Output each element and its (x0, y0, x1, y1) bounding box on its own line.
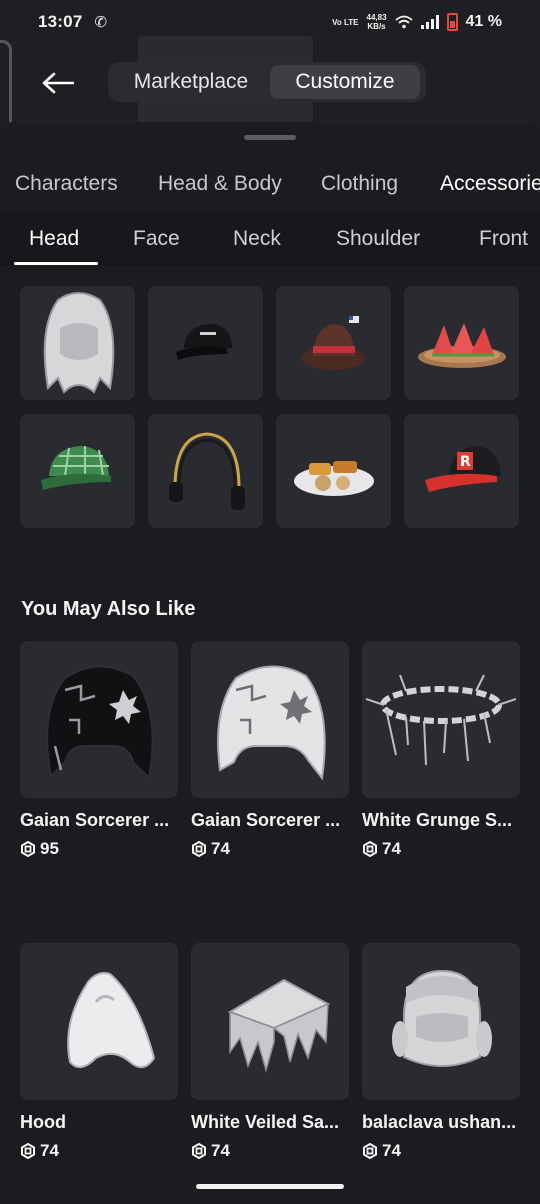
battery-percent: 41 % (465, 13, 502, 30)
category-characters[interactable]: Characters (15, 172, 118, 196)
network-type: Vo LTE (332, 17, 359, 27)
plaid-cap-icon (40, 446, 111, 490)
subtab-underline (14, 262, 98, 265)
price-value: 74 (382, 839, 401, 858)
robux-icon (363, 841, 377, 857)
battery-icon (446, 13, 458, 31)
avatar-frame-edge (0, 40, 12, 130)
price-value: 74 (40, 1141, 59, 1160)
status-bar: 13:07 ✆ Vo LTE 44,83 KB/s 41 % (0, 0, 540, 44)
robux-icon (363, 1143, 377, 1159)
snack-plate-icon (293, 461, 374, 496)
item-name: balaclava ushan... (362, 1112, 517, 1132)
drag-handle[interactable] (244, 135, 296, 140)
signal-icon (420, 15, 439, 29)
back-button[interactable] (40, 66, 76, 100)
category-accessories[interactable]: Accessories (440, 172, 540, 196)
svg-text:R: R (460, 454, 471, 470)
price-value: 74 (211, 1141, 230, 1160)
item-name: Gaian Sorcerer ... (191, 810, 341, 830)
section-title: You May Also Like (21, 598, 196, 620)
headphones-icon (168, 432, 245, 510)
item-price: 74 (191, 1141, 349, 1161)
category-tabs: Characters Head & Body Clothing Accessor… (0, 156, 540, 210)
item-price: 74 (191, 839, 349, 859)
inventory-item-watermelon-plate[interactable] (404, 286, 519, 400)
inventory-item-red-fedora[interactable] (276, 286, 391, 400)
status-time: 13:07 (38, 12, 83, 31)
recommendation-card[interactable]: Gaian Sorcerer ... 95 (20, 641, 178, 943)
item-name: Gaian Sorcerer ... (20, 810, 170, 830)
category-clothing[interactable]: Clothing (321, 172, 398, 196)
inventory-grid: R (20, 286, 519, 528)
subtab-neck[interactable]: Neck (233, 227, 281, 251)
black-hood-icon (46, 665, 154, 780)
spiked-chain-halo-icon (366, 674, 516, 765)
price-value: 74 (211, 839, 230, 858)
price-value: 95 (40, 839, 59, 858)
subtab-front[interactable]: Front (479, 227, 528, 251)
subcategory-tabs: Head Face Neck Shoulder Front (0, 210, 540, 266)
wifi-icon (394, 15, 413, 29)
inventory-item-red-roblox-cap[interactable]: R (404, 414, 519, 528)
item-thumbnail (362, 943, 520, 1100)
item-price: 74 (362, 839, 520, 859)
speed-value: 44,83 (366, 13, 387, 22)
inventory-item-white-hood[interactable] (20, 286, 135, 400)
roblox-cap-icon: R (424, 446, 501, 492)
fedora-icon (300, 316, 365, 370)
item-thumbnail (362, 641, 520, 798)
item-thumbnail (191, 641, 349, 798)
speed-unit: KB/s (367, 22, 386, 31)
item-thumbnail (191, 943, 349, 1100)
robux-icon (192, 841, 206, 857)
item-name: White Grunge S... (362, 810, 513, 830)
item-thumbnail (20, 943, 178, 1100)
item-price: 95 (20, 839, 178, 859)
item-price: 74 (362, 1141, 520, 1161)
home-indicator[interactable] (196, 1184, 344, 1189)
robux-icon (21, 1143, 35, 1159)
white-hood-icon (43, 292, 114, 394)
mode-switch: Marketplace Customize (108, 62, 426, 102)
inventory-item-green-plaid-cap[interactable] (20, 414, 135, 528)
recommendation-card[interactable]: Gaian Sorcerer ... 74 (191, 641, 349, 943)
item-name: White Veiled Sa... (191, 1112, 340, 1132)
category-head-body[interactable]: Head & Body (158, 172, 282, 196)
white-hood-simple-icon (67, 971, 156, 1068)
ushanka-balaclava-icon (392, 969, 492, 1067)
robux-icon (21, 841, 35, 857)
robux-icon (192, 1143, 206, 1159)
tab-marketplace[interactable]: Marketplace (112, 65, 270, 99)
subtab-face[interactable]: Face (133, 227, 180, 251)
inventory-item-headphones[interactable] (148, 414, 263, 528)
recommendation-grid: Gaian Sorcerer ... 95 Gaian Sorcerer ...… (20, 641, 520, 1204)
tab-customize[interactable]: Customize (270, 65, 420, 99)
item-name: Hood (20, 1112, 66, 1132)
watermelon-icon (417, 323, 506, 368)
item-thumbnail (20, 641, 178, 798)
subtab-shoulder[interactable]: Shoulder (336, 227, 420, 251)
black-cap-icon (175, 324, 232, 360)
price-value: 74 (382, 1141, 401, 1160)
network-speed: 44,83 KB/s (367, 13, 387, 31)
recommendation-card[interactable]: balaclava ushan... 74 (362, 943, 520, 1204)
phone-icon: ✆ (94, 14, 108, 31)
inventory-item-snack-plate[interactable] (276, 414, 391, 528)
recommendation-card[interactable]: White Veiled Sa... 74 (191, 943, 349, 1204)
item-price: 74 (20, 1141, 178, 1161)
subtab-head[interactable]: Head (29, 227, 79, 251)
arrow-left-icon (42, 72, 74, 94)
inventory-item-black-cap[interactable] (148, 286, 263, 400)
recommendation-card[interactable]: White Grunge S... 74 (362, 641, 520, 943)
recommendation-card[interactable]: Hood 74 (20, 943, 178, 1204)
veiled-hat-icon (227, 978, 331, 1073)
white-hood-icon (217, 665, 326, 780)
